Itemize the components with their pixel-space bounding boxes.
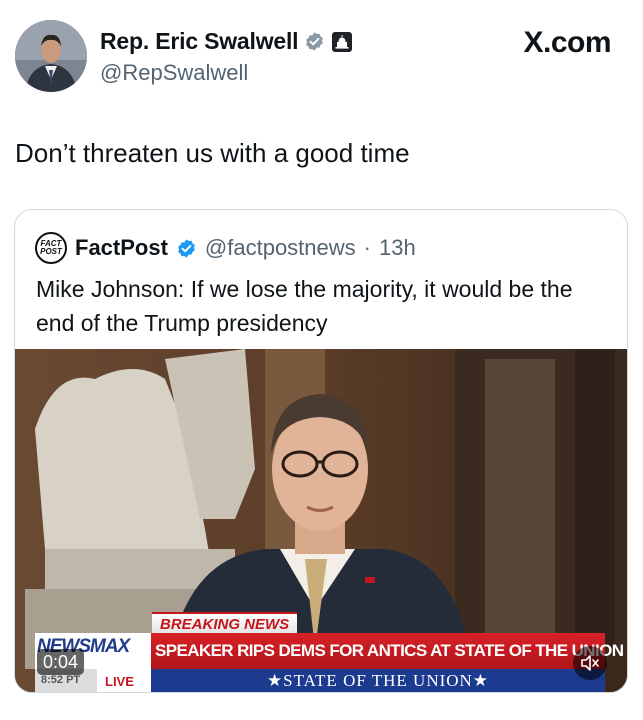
factpost-logo-text-2: POST — [40, 247, 62, 256]
verified-badge-icon — [176, 238, 197, 259]
tweet-text: Don’t threaten us with a good time — [15, 138, 410, 168]
quoted-display-name[interactable]: FactPost — [75, 235, 168, 261]
broadcast-clock: 8:52 PT — [41, 674, 81, 686]
author-name-row: Rep. Eric Swalwell — [100, 28, 353, 55]
quoted-tweet-card[interactable]: FACT POST FactPost @factpostnews · 13h M… — [14, 209, 628, 693]
author-handle[interactable]: @RepSwalwell — [100, 60, 248, 86]
author-display-name[interactable]: Rep. Eric Swalwell — [100, 28, 299, 55]
chyron-headline: SPEAKER RIPS DEMS FOR ANTICS AT STATE OF… — [155, 641, 624, 660]
verified-badge-icon — [304, 31, 325, 52]
government-capitol-icon — [331, 31, 353, 53]
video-timestamp: 0:04 — [37, 649, 85, 675]
mute-button[interactable] — [573, 646, 607, 680]
video-player[interactable]: BREAKING NEWS NEWSMAX SPEAKER RIPS DEMS … — [15, 349, 627, 692]
quoted-handle[interactable]: @factpostnews — [205, 235, 356, 261]
quoted-age[interactable]: 13h — [379, 235, 416, 261]
speaker-muted-icon — [581, 655, 599, 671]
chyron-subheadline: ★STATE OF THE UNION★ — [266, 671, 490, 690]
factpost-avatar[interactable]: FACT POST — [35, 232, 67, 264]
quoted-tweet-header: FACT POST FactPost @factpostnews · 13h — [35, 232, 416, 264]
quoted-separator: · — [363, 235, 371, 260]
quoted-tweet-text: Mike Johnson: If we lose the majority, i… — [36, 276, 573, 336]
live-label: LIVE — [105, 674, 134, 689]
site-label: X.com — [523, 26, 611, 59]
breaking-news-label: BREAKING NEWS — [152, 612, 298, 634]
author-avatar[interactable] — [15, 20, 87, 92]
